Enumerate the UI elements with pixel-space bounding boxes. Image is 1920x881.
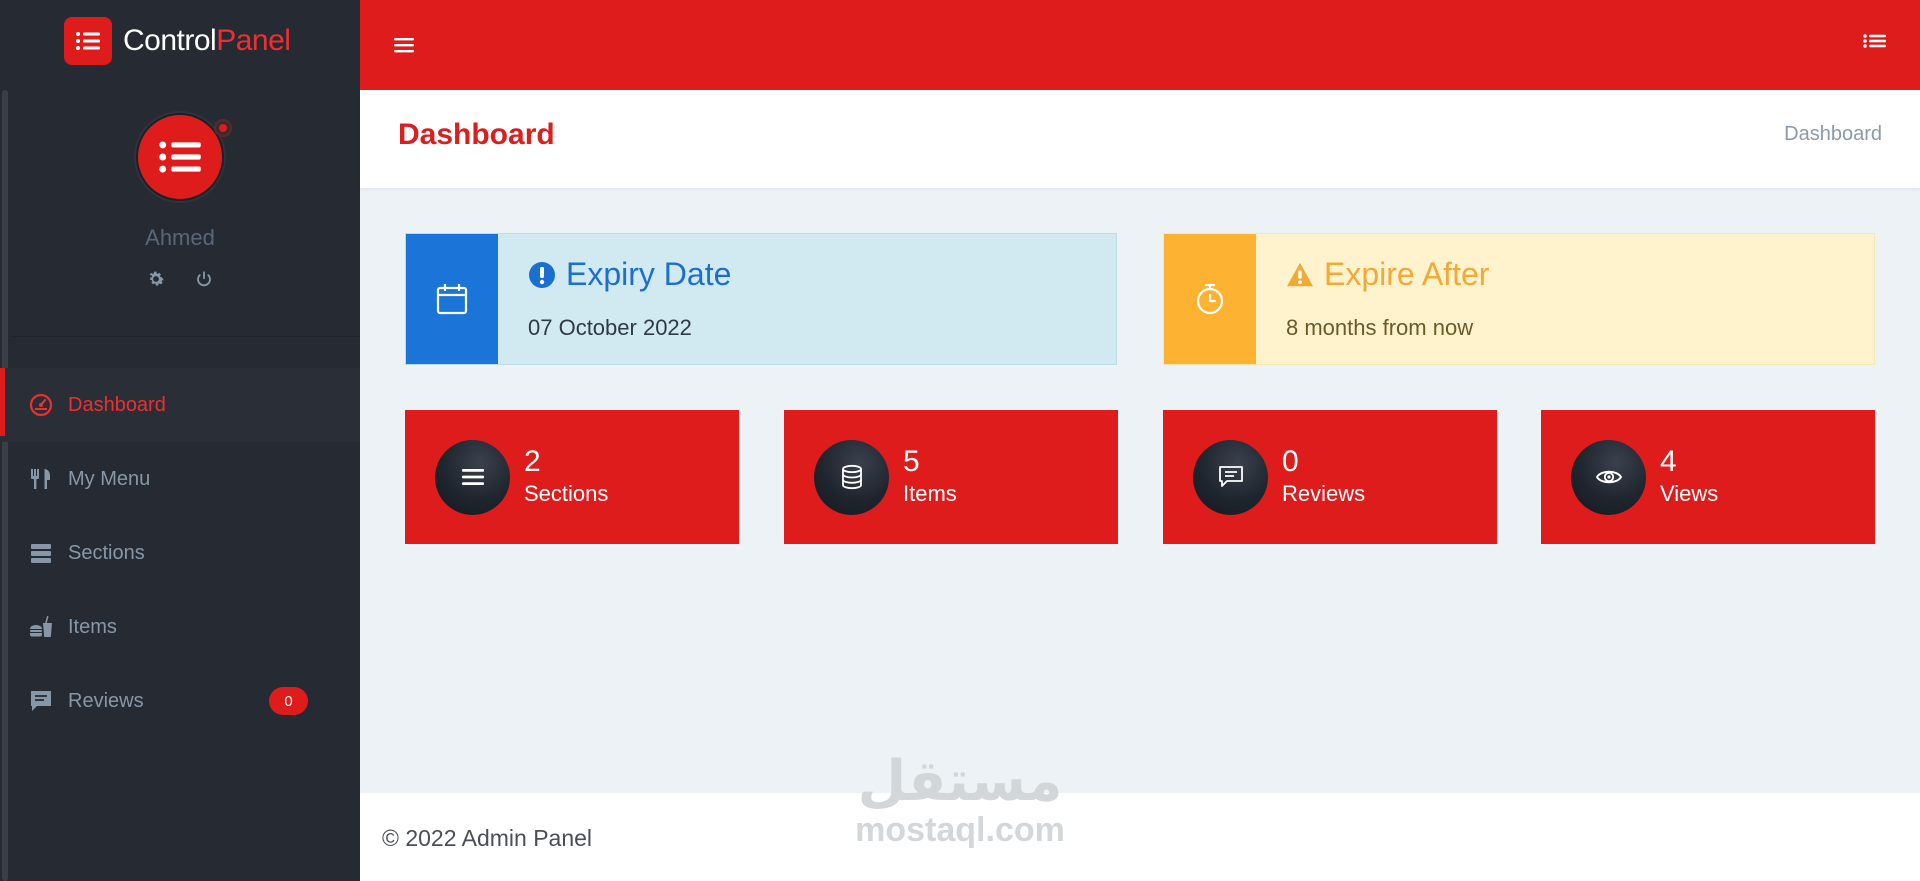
list-rows-icon: [28, 540, 54, 566]
stat-card-reviews[interactable]: 0 Reviews: [1163, 410, 1497, 544]
stat-card-sections[interactable]: 2 Sections: [405, 410, 739, 544]
dashboard-gauge-icon: [28, 392, 54, 418]
sidebar-item-sections[interactable]: Sections: [0, 516, 360, 590]
expire-after-box: Expire After 8 months from now: [1163, 233, 1875, 365]
sidebar-item-label: Dashboard: [68, 393, 166, 416]
stat-label: Sections: [524, 481, 609, 506]
footer: © 2022 Admin Panel: [360, 793, 1920, 881]
footer-copyright: © 2022 Admin Panel: [382, 825, 593, 851]
sidebar-nav: Dashboard My Menu Sections Items Reviews: [0, 368, 360, 738]
list-icon: [64, 17, 112, 65]
page-title: Dashboard: [398, 118, 555, 151]
avatar[interactable]: [136, 113, 224, 201]
stat-value: 4: [1660, 445, 1677, 478]
sidebar-item-items[interactable]: Items: [0, 590, 360, 664]
sidebar-item-label: Reviews: [68, 689, 144, 712]
burger-drink-icon: [28, 614, 54, 640]
sidebar: ControlPanel Ahmed Dashboard My Menu Sec…: [0, 0, 360, 881]
sidebar-item-reviews[interactable]: Reviews 0: [0, 664, 360, 738]
sidebar-divider: [10, 336, 360, 337]
reviews-count-badge: 0: [269, 687, 308, 715]
top-navbar: [360, 0, 1920, 90]
user-actions: [0, 268, 360, 290]
bars-icon: [435, 439, 510, 515]
sidebar-item-label: My Menu: [68, 467, 151, 490]
hamburger-icon[interactable]: [392, 33, 416, 57]
stat-value: 2: [524, 445, 541, 478]
database-icon: [814, 439, 889, 515]
expiry-date-title: Expiry Date: [566, 256, 732, 292]
gear-icon[interactable]: [145, 268, 167, 290]
brand-logo-link[interactable]: ControlPanel: [64, 17, 291, 65]
expiry-date-box: Expiry Date 07 October 2022: [405, 233, 1117, 365]
breadcrumb[interactable]: Dashboard: [1784, 123, 1882, 146]
stat-value: 0: [1282, 445, 1299, 478]
utensils-icon: [28, 466, 54, 492]
stopwatch-icon: [1164, 234, 1256, 364]
comment-icon: [28, 688, 54, 714]
stat-label: Reviews: [1282, 481, 1366, 506]
sidebar-item-my-menu[interactable]: My Menu: [0, 442, 360, 516]
user-name: Ahmed: [145, 225, 215, 250]
expire-after-title: Expire After: [1324, 256, 1490, 292]
calendar-icon: [406, 234, 498, 364]
comment-icon: [1193, 439, 1268, 515]
sidebar-item-dashboard[interactable]: Dashboard: [0, 368, 360, 442]
page-header: Dashboard Dashboard: [360, 90, 1920, 188]
expire-after-value: 8 months from now: [1286, 315, 1474, 340]
stat-card-views[interactable]: 4 Views: [1541, 410, 1875, 544]
power-icon[interactable]: [193, 268, 215, 290]
stat-value: 5: [903, 445, 920, 478]
warning-icon: [1286, 261, 1314, 289]
stat-label: Views: [1660, 481, 1719, 506]
sidebar-item-label: Sections: [68, 541, 145, 564]
brand-name: ControlPanel: [123, 24, 291, 58]
brand-name-primary: Control: [123, 24, 217, 57]
exclamation-circle-icon: [528, 261, 556, 289]
stat-label: Items: [903, 481, 957, 506]
eye-icon: [1571, 439, 1646, 515]
expiry-date-value: 07 October 2022: [528, 315, 692, 340]
brand-name-accent: Panel: [216, 24, 291, 57]
online-status-dot: [216, 121, 230, 135]
stat-card-items[interactable]: 5 Items: [784, 410, 1118, 544]
list-icon[interactable]: [1862, 30, 1888, 56]
sidebar-item-label: Items: [68, 615, 117, 638]
list-icon: [159, 141, 201, 173]
